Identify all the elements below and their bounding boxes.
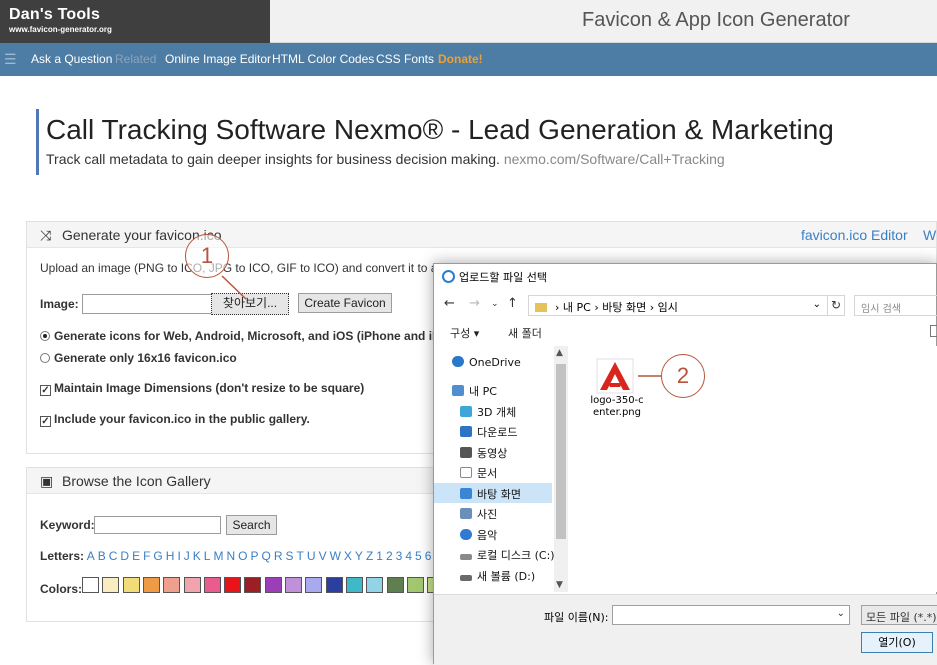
- callout-2: 2: [661, 354, 705, 398]
- callout-lines: [221, 275, 661, 377]
- callout-1: 1: [185, 234, 229, 278]
